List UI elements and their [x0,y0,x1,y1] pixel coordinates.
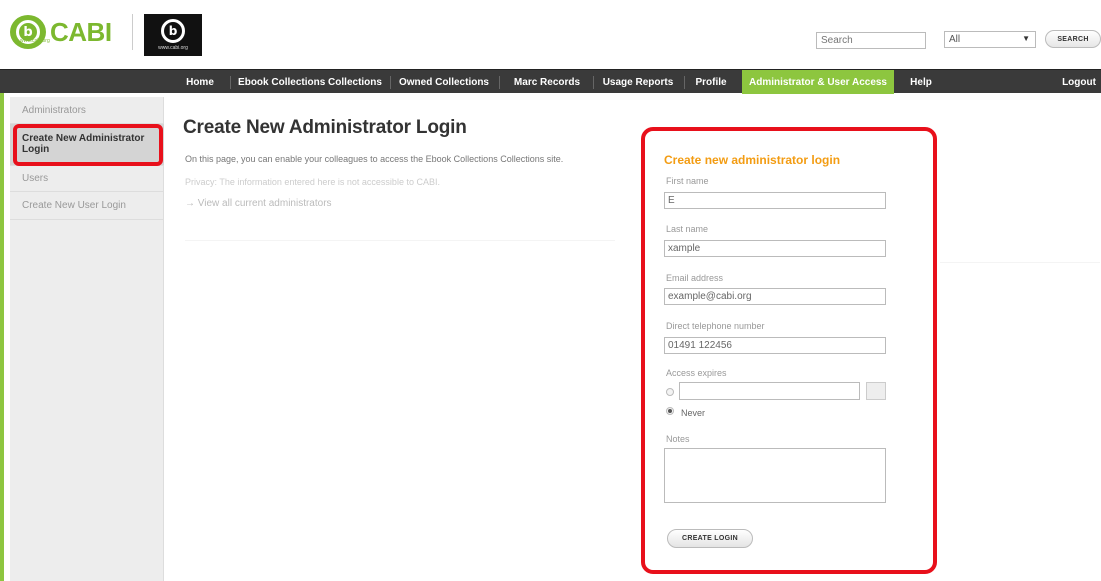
view-all-administrators-link[interactable]: → View all current administrators [185,198,332,209]
last-name-field[interactable]: xample [664,240,886,257]
left-accent-stripe [0,93,4,581]
cabi-logo-url: www.cabi.org [20,38,50,44]
search-button[interactable]: SEARCH [1045,30,1101,48]
email-label: Email address [666,273,724,283]
divider [940,262,1100,263]
intro-text: On this page, you can enable your collea… [185,154,564,164]
cabi-secondary-logo-url: www.cabi.org [158,45,188,51]
nav-logout[interactable]: Logout [1058,70,1100,94]
nav-separator [230,76,231,89]
sidebar-highlight-annotation [13,124,163,166]
sidebar-item-administrators[interactable]: Administrators [10,97,164,124]
last-name-label: Last name [666,224,709,234]
cabi-secondary-logo-icon: b [161,19,185,43]
form-title: Create new administrator login [664,153,841,167]
cabi-secondary-logo[interactable]: b www.cabi.org [144,14,202,56]
privacy-note: Privacy: The information entered here is… [185,177,440,187]
nav-separator [499,76,500,89]
sidebar: Administrators Create New Administrator … [10,97,164,581]
create-login-button[interactable]: CREATE LOGIN [667,529,753,548]
search-scope-select[interactable]: All ▼ [944,31,1036,48]
email-field[interactable]: example@cabi.org [664,288,886,305]
access-expires-date-field[interactable] [679,382,860,400]
nav-separator [684,76,685,89]
nav-separator [390,76,391,89]
nav-ebook-collections[interactable]: Ebook Collections Collections [232,70,388,94]
logo-divider [132,14,133,50]
nav-separator [593,76,594,89]
divider [185,240,615,241]
nav-owned-collections[interactable]: Owned Collections [394,70,494,94]
cabi-logo-text: CABI [50,17,112,47]
access-expires-never-radio[interactable] [666,407,674,415]
notes-label: Notes [666,434,690,444]
site-header: b CABI www.cabi.org b www.cabi.org All ▼… [0,0,1101,66]
search-scope-value: All [949,34,961,45]
nav-marc-records[interactable]: Marc Records [505,70,589,94]
page-title: Create New Administrator Login [183,117,467,138]
nav-administrator-user-access[interactable]: Administrator & User Access [742,70,894,94]
access-expires-date-radio[interactable] [666,388,674,396]
notes-field[interactable] [664,448,886,503]
chevron-down-icon: ▼ [1022,34,1030,43]
main-nav: Home Ebook Collections Collections Owned… [0,69,1101,94]
nav-profile[interactable]: Profile [688,70,734,94]
first-name-field[interactable]: E [664,192,886,209]
sidebar-item-users[interactable]: Users [10,166,164,192]
calendar-icon[interactable] [866,382,886,400]
phone-field[interactable]: 01491 122456 [664,337,886,354]
access-expires-label: Access expires [666,368,727,378]
nav-usage-reports[interactable]: Usage Reports [597,70,679,94]
sidebar-item-create-user[interactable]: Create New User Login [10,192,164,220]
first-name-label: First name [666,176,709,186]
nav-home[interactable]: Home [178,70,222,94]
nav-help[interactable]: Help [904,70,938,94]
cabi-logo[interactable]: b CABI [10,14,122,50]
never-label: Never [681,408,706,418]
search-input[interactable] [816,32,926,49]
phone-label: Direct telephone number [666,321,765,331]
